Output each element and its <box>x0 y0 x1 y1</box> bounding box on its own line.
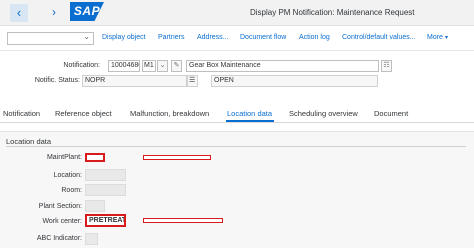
more-button[interactable]: More ▾ <box>427 34 448 41</box>
exit-icon[interactable]: › <box>52 5 56 19</box>
action-log-button[interactable]: Action log <box>299 34 330 41</box>
maint-plant-label: MaintPlant: <box>46 154 82 161</box>
abc-indicator-label: ABC Indicator: <box>36 235 82 242</box>
partners-button[interactable]: Partners <box>158 34 184 41</box>
plant-section-field[interactable] <box>85 200 105 212</box>
section-title: Location data <box>6 137 52 146</box>
long-text-icon[interactable]: ☶ <box>381 60 392 72</box>
work-center-field[interactable]: PRETREAT <box>85 214 126 227</box>
status-field: NOPR <box>82 75 187 87</box>
notification-description-field[interactable]: Gear Box Maintenance <box>186 60 379 72</box>
plant-section-label: Plant Section: <box>38 203 82 210</box>
tab-scheduling-overview[interactable]: Scheduling overview <box>289 109 358 118</box>
edit-pencil-icon[interactable]: ✎ <box>171 60 182 72</box>
status-detail-icon[interactable]: ☰ <box>187 75 198 87</box>
control-default-values-button[interactable]: Control/default values... <box>342 34 416 41</box>
tab-malfunction-breakdown[interactable]: Malfunction, breakdown <box>130 109 209 118</box>
tab-location-data[interactable]: Location data <box>227 109 272 118</box>
document-flow-button[interactable]: Document flow <box>240 34 286 41</box>
maint-plant-field[interactable] <box>85 153 105 162</box>
chevron-down-icon: ⌄ <box>83 32 90 41</box>
type-dropdown-icon[interactable]: ⌄ <box>157 60 168 72</box>
window-title: Display PM Notification: Maintenance Req… <box>250 8 415 17</box>
active-tab-indicator <box>226 120 274 122</box>
location-field[interactable] <box>85 169 126 181</box>
chevron-down-icon: ▾ <box>444 35 448 41</box>
back-icon[interactable]: ‹ <box>10 4 28 22</box>
abc-indicator-field[interactable] <box>85 233 98 245</box>
tab-notification[interactable]: Notification <box>3 109 40 118</box>
work-center-description-redacted <box>143 218 223 223</box>
tab-reference-object[interactable]: Reference object <box>55 109 112 118</box>
notification-type-field[interactable]: M1 <box>142 60 156 72</box>
display-object-button[interactable]: Display object <box>102 34 146 41</box>
tab-strip: Notification Reference object Malfunctio… <box>0 107 474 123</box>
notification-label: Notification: <box>63 62 100 69</box>
status-text-field: OPEN <box>211 75 378 87</box>
more-label: More <box>427 34 443 41</box>
maint-plant-description-redacted <box>143 155 211 160</box>
room-label: Room: <box>61 187 82 194</box>
sap-logo: SAP <box>70 2 104 21</box>
work-center-label: Work center: <box>42 218 82 225</box>
command-field[interactable]: ⌄ <box>7 32 94 45</box>
section-divider <box>6 146 466 147</box>
address-button[interactable]: Address... <box>197 34 229 41</box>
notification-number-field[interactable]: 10004680 <box>108 60 140 72</box>
location-label: Location: <box>53 172 82 179</box>
sap-notification-screen: ‹ › SAP Display PM Notification: Mainten… <box>0 0 474 248</box>
room-field[interactable] <box>85 184 126 196</box>
application-toolbar: ⌄ Display object Partners Address... Doc… <box>0 27 474 51</box>
notification-status-label: Notific. Status: <box>34 77 80 84</box>
tab-document[interactable]: Document <box>374 109 408 118</box>
title-bar: ‹ › SAP Display PM Notification: Mainten… <box>0 0 474 26</box>
